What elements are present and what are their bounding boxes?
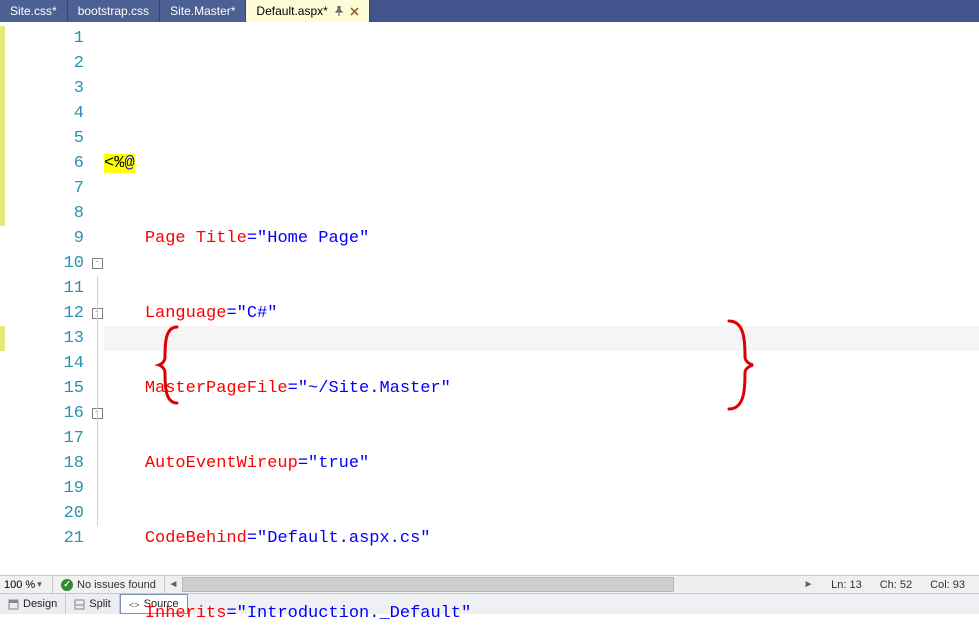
view-label: Design <box>23 598 57 610</box>
code-token: "~/Site.Master" <box>298 379 451 398</box>
line-number: 11 <box>0 276 84 301</box>
tab-label: bootstrap.css <box>78 4 149 18</box>
scrollbar-thumb[interactable] <box>182 577 674 592</box>
check-circle-icon: ✓ <box>61 579 73 591</box>
code-token: CodeBehind <box>145 529 247 548</box>
outlining-margin: - - - <box>90 22 104 575</box>
code-token: = <box>247 229 257 248</box>
line-number: 17 <box>0 426 84 451</box>
split-view-icon <box>74 599 85 610</box>
line-number: 3 <box>0 76 84 101</box>
line-number: 5 <box>0 126 84 151</box>
line-number: 14 <box>0 351 84 376</box>
code-token: = <box>226 604 236 623</box>
code-token: = <box>298 454 308 473</box>
change-marker <box>0 326 5 351</box>
line-number: 13 <box>0 326 84 351</box>
tab-label: Site.css* <box>10 4 57 18</box>
code-editor[interactable]: 123456789101112131415161718192021 - - - … <box>0 22 979 575</box>
code-token: "Home Page" <box>257 229 369 248</box>
scroll-right-arrow-icon[interactable]: ► <box>800 576 817 593</box>
code-token: = <box>247 529 257 548</box>
line-number: 21 <box>0 526 84 551</box>
line-number: 2 <box>0 51 84 76</box>
zoom-dropdown[interactable]: 100 % ▾ <box>0 576 53 593</box>
line-number: 12 <box>0 301 84 326</box>
close-icon[interactable] <box>350 7 359 16</box>
code-token: "true" <box>308 454 369 473</box>
line-number: 8 <box>0 201 84 226</box>
line-number-gutter: 123456789101112131415161718192021 <box>0 22 90 575</box>
line-number: 7 <box>0 176 84 201</box>
line-number: 15 <box>0 376 84 401</box>
code-token: Language <box>145 304 227 323</box>
code-token: Inherits <box>145 604 227 623</box>
code-token: <% <box>104 154 124 173</box>
tab-default-aspx[interactable]: Default.aspx* <box>246 0 369 22</box>
code-token: = <box>226 304 236 323</box>
design-view-icon <box>8 599 19 610</box>
code-token: Page Title <box>145 229 247 248</box>
pin-icon[interactable] <box>334 6 344 16</box>
line-number: 1 <box>0 26 84 51</box>
code-token: AutoEventWireup <box>145 454 298 473</box>
line-number: 6 <box>0 151 84 176</box>
current-line-highlight <box>104 326 979 351</box>
code-token: = <box>288 379 298 398</box>
zoom-value: 100 % <box>4 579 35 591</box>
code-token: MasterPageFile <box>145 379 288 398</box>
tab-site-master[interactable]: Site.Master* <box>160 0 246 22</box>
code-token: "Introduction._Default" <box>237 604 472 623</box>
code-token: "Default.aspx.cs" <box>257 529 430 548</box>
fold-toggle-icon[interactable]: - <box>92 258 103 269</box>
scroll-left-arrow-icon[interactable]: ◄ <box>165 576 182 593</box>
line-number: 10 <box>0 251 84 276</box>
line-number: 18 <box>0 451 84 476</box>
view-design-button[interactable]: Design <box>0 594 66 614</box>
tab-site-css[interactable]: Site.css* <box>0 0 68 22</box>
code-surface[interactable]: <%@ Page Title="Home Page" Language="C#"… <box>104 22 979 575</box>
change-marker <box>0 26 5 226</box>
tab-label: Site.Master* <box>170 4 235 18</box>
line-number: 20 <box>0 501 84 526</box>
line-number: 16 <box>0 401 84 426</box>
tab-bootstrap-css[interactable]: bootstrap.css <box>68 0 160 22</box>
horizontal-scrollbar[interactable]: ◄ ► <box>165 576 817 593</box>
code-token: @ <box>124 154 134 173</box>
tab-bar: Site.css* bootstrap.css Site.Master* Def… <box>0 0 979 22</box>
line-number: 9 <box>0 226 84 251</box>
chevron-down-icon: ▾ <box>37 579 42 590</box>
line-number: 4 <box>0 101 84 126</box>
line-number: 19 <box>0 476 84 501</box>
code-token: "C#" <box>237 304 278 323</box>
tab-label: Default.aspx* <box>256 4 327 18</box>
